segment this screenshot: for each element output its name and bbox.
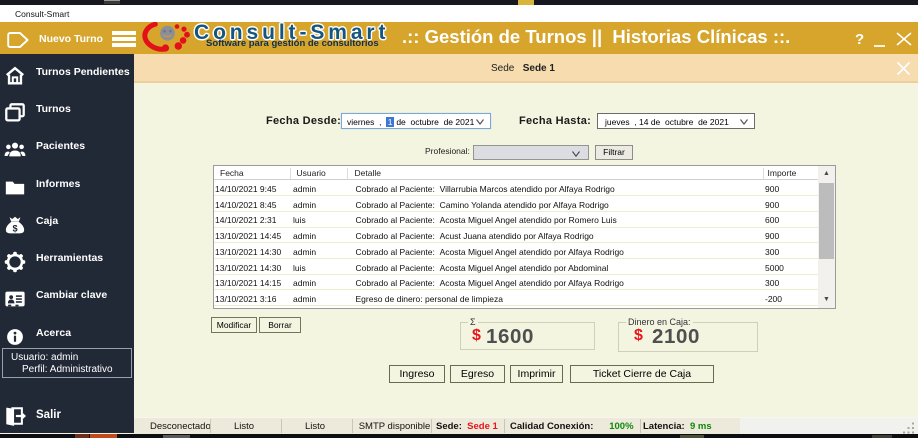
svg-text:$: $ [12,223,17,233]
